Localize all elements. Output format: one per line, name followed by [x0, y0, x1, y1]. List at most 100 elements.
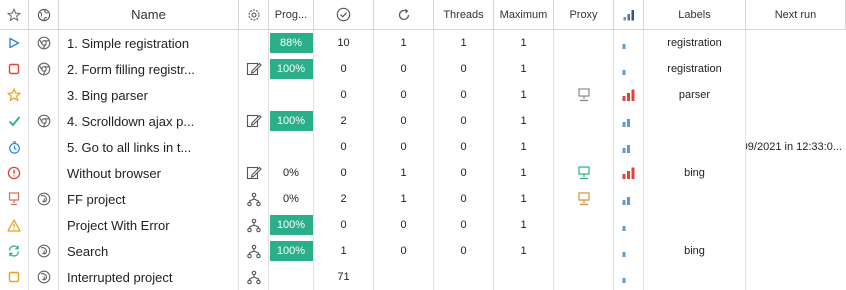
- priority-cell[interactable]: [614, 108, 644, 134]
- threads-cell[interactable]: 0: [434, 82, 494, 108]
- threads-cell[interactable]: 0: [434, 134, 494, 160]
- project-name-cell[interactable]: 4. Scrolldown ajax p...: [59, 108, 239, 134]
- next-run-cell[interactable]: [746, 82, 846, 108]
- project-name-cell[interactable]: Interrupted project: [59, 264, 239, 290]
- project-name-cell[interactable]: 5. Go to all links in t...: [59, 134, 239, 160]
- priority-cell[interactable]: [614, 134, 644, 160]
- priority-cell[interactable]: [614, 238, 644, 264]
- next-run-cell[interactable]: [746, 238, 846, 264]
- status-cell[interactable]: [0, 186, 29, 212]
- next-run-cell[interactable]: [746, 212, 846, 238]
- column-threads[interactable]: Threads: [434, 0, 494, 29]
- settings-cell[interactable]: [239, 56, 269, 82]
- priority-cell[interactable]: [614, 186, 644, 212]
- column-maximum[interactable]: Maximum: [494, 0, 554, 29]
- proxy-cell[interactable]: [554, 212, 614, 238]
- maximum-cell[interactable]: 1: [494, 82, 554, 108]
- proxy-cell[interactable]: [554, 238, 614, 264]
- status-cell[interactable]: [0, 264, 29, 290]
- proxy-cell[interactable]: [554, 160, 614, 186]
- threads-cell[interactable]: 0: [434, 212, 494, 238]
- priority-cell[interactable]: [614, 82, 644, 108]
- table-row[interactable]: Search 100% 1 0 0 1 bing: [0, 238, 846, 264]
- table-row[interactable]: FF project 0% 2 1 0 1: [0, 186, 846, 212]
- table-row[interactable]: Without browser 0% 0 1 0 1 bing: [0, 160, 846, 186]
- column-labels[interactable]: Labels: [644, 0, 746, 29]
- settings-cell[interactable]: [239, 134, 269, 160]
- project-name-cell[interactable]: FF project: [59, 186, 239, 212]
- labels-cell[interactable]: [644, 264, 746, 290]
- labels-cell[interactable]: [644, 212, 746, 238]
- labels-cell[interactable]: bing: [644, 160, 746, 186]
- settings-cell[interactable]: [239, 160, 269, 186]
- next-run-cell[interactable]: [746, 186, 846, 212]
- project-name-cell[interactable]: Search: [59, 238, 239, 264]
- column-retries[interactable]: [374, 0, 434, 29]
- threads-cell[interactable]: 0: [434, 56, 494, 82]
- column-priority[interactable]: [614, 0, 644, 29]
- priority-cell[interactable]: [614, 264, 644, 290]
- maximum-cell[interactable]: 1: [494, 212, 554, 238]
- project-name-cell[interactable]: Project With Error: [59, 212, 239, 238]
- column-proxy[interactable]: Proxy: [554, 0, 614, 29]
- priority-cell[interactable]: [614, 56, 644, 82]
- column-status[interactable]: [0, 0, 29, 29]
- maximum-cell[interactable]: [494, 264, 554, 290]
- next-run-cell[interactable]: [746, 108, 846, 134]
- table-row[interactable]: Project With Error 100% 0 0 0 1: [0, 212, 846, 238]
- next-run-cell[interactable]: [746, 160, 846, 186]
- labels-cell[interactable]: [644, 186, 746, 212]
- priority-cell[interactable]: [614, 160, 644, 186]
- priority-cell[interactable]: [614, 212, 644, 238]
- status-cell[interactable]: [0, 212, 29, 238]
- threads-cell[interactable]: [434, 264, 494, 290]
- project-name-cell[interactable]: 3. Bing parser: [59, 82, 239, 108]
- column-next-run[interactable]: Next run: [746, 0, 846, 29]
- settings-cell[interactable]: [239, 108, 269, 134]
- maximum-cell[interactable]: 1: [494, 160, 554, 186]
- proxy-cell[interactable]: [554, 108, 614, 134]
- proxy-cell[interactable]: [554, 82, 614, 108]
- column-browser[interactable]: [29, 0, 59, 29]
- settings-cell[interactable]: [239, 186, 269, 212]
- status-cell[interactable]: [0, 134, 29, 160]
- table-row[interactable]: 4. Scrolldown ajax p... 100% 2 0 0 1: [0, 108, 846, 134]
- maximum-cell[interactable]: 1: [494, 30, 554, 56]
- column-settings[interactable]: [239, 0, 269, 29]
- labels-cell[interactable]: [644, 134, 746, 160]
- table-row[interactable]: 1. Simple registration 88% 10 1 1 1 registrati…: [0, 30, 846, 56]
- settings-cell[interactable]: [239, 212, 269, 238]
- column-done[interactable]: [314, 0, 374, 29]
- settings-cell[interactable]: [239, 30, 269, 56]
- status-cell[interactable]: [0, 108, 29, 134]
- labels-cell[interactable]: [644, 108, 746, 134]
- maximum-cell[interactable]: 1: [494, 108, 554, 134]
- table-row[interactable]: 2. Form filling registr... 100% 0 0 0 1 regist…: [0, 56, 846, 82]
- maximum-cell[interactable]: 1: [494, 186, 554, 212]
- maximum-cell[interactable]: 1: [494, 56, 554, 82]
- threads-cell[interactable]: 0: [434, 238, 494, 264]
- maximum-cell[interactable]: 1: [494, 134, 554, 160]
- column-name[interactable]: Name: [59, 0, 239, 29]
- table-row[interactable]: 5. Go to all links in t... 0 0 0 1 30/09/2021…: [0, 134, 846, 160]
- project-name-cell[interactable]: Without browser: [59, 160, 239, 186]
- proxy-cell[interactable]: [554, 264, 614, 290]
- next-run-cell[interactable]: [746, 264, 846, 290]
- labels-cell[interactable]: registration: [644, 30, 746, 56]
- status-cell[interactable]: [0, 82, 29, 108]
- threads-cell[interactable]: 0: [434, 186, 494, 212]
- labels-cell[interactable]: parser: [644, 82, 746, 108]
- project-name-cell[interactable]: 2. Form filling registr...: [59, 56, 239, 82]
- table-row[interactable]: Interrupted project 71: [0, 264, 846, 290]
- column-progress[interactable]: Prog...: [269, 0, 314, 29]
- threads-cell[interactable]: 0: [434, 108, 494, 134]
- proxy-cell[interactable]: [554, 186, 614, 212]
- proxy-cell[interactable]: [554, 30, 614, 56]
- settings-cell[interactable]: [239, 82, 269, 108]
- settings-cell[interactable]: [239, 238, 269, 264]
- table-row[interactable]: 3. Bing parser 0 0 0 1 parser: [0, 82, 846, 108]
- priority-cell[interactable]: [614, 30, 644, 56]
- threads-cell[interactable]: 1: [434, 30, 494, 56]
- labels-cell[interactable]: registration: [644, 56, 746, 82]
- project-name-cell[interactable]: 1. Simple registration: [59, 30, 239, 56]
